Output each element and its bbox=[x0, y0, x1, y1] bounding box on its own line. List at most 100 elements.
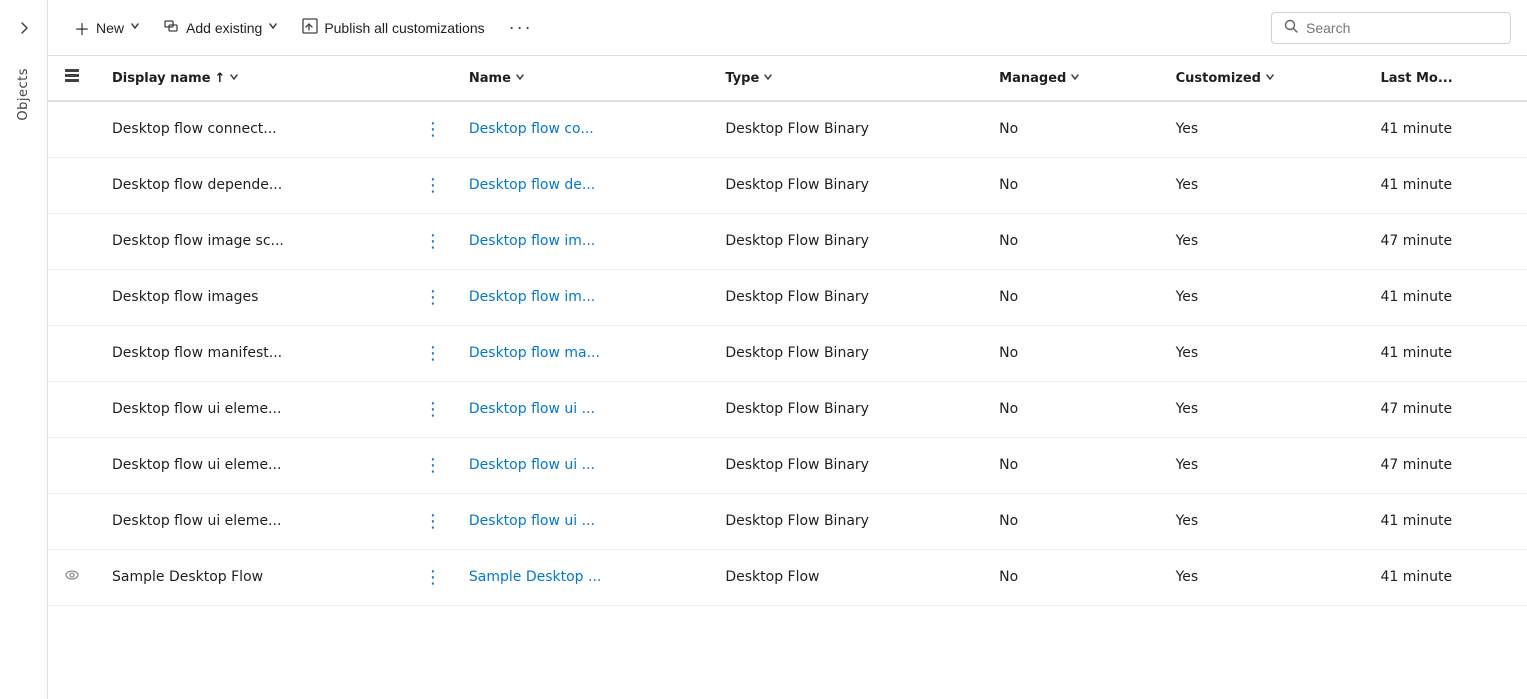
add-existing-label: Add existing bbox=[186, 20, 262, 36]
row-more-cell[interactable]: ⋮ bbox=[414, 101, 453, 157]
th-select[interactable] bbox=[48, 56, 96, 101]
row-last-modified: 47 minute bbox=[1364, 381, 1527, 437]
row-customized: Yes bbox=[1160, 437, 1365, 493]
row-type: Desktop Flow Binary bbox=[709, 213, 983, 269]
table-header-row: Display name ↑ Name bbox=[48, 56, 1527, 101]
th-display-name-sort-up: ↑ bbox=[215, 71, 226, 86]
table-row: Desktop flow ui eleme... ⋮ Desktop flow … bbox=[48, 437, 1527, 493]
row-customized: Yes bbox=[1160, 493, 1365, 549]
new-button[interactable]: ＋ New bbox=[64, 10, 150, 46]
row-more-cell[interactable]: ⋮ bbox=[414, 325, 453, 381]
th-type[interactable]: Type bbox=[709, 56, 983, 101]
row-display-name[interactable]: Desktop flow ui eleme... bbox=[96, 437, 414, 493]
add-existing-button[interactable]: Add existing bbox=[154, 12, 288, 43]
row-more-cell[interactable]: ⋮ bbox=[414, 269, 453, 325]
row-last-modified: 41 minute bbox=[1364, 325, 1527, 381]
row-icon-cell bbox=[48, 325, 96, 381]
row-name: Desktop flow co... bbox=[453, 101, 709, 157]
row-display-name[interactable]: Sample Desktop Flow bbox=[96, 549, 414, 605]
eye-icon bbox=[64, 569, 80, 587]
th-display-name-label: Display name bbox=[112, 71, 211, 86]
row-type: Desktop Flow Binary bbox=[709, 325, 983, 381]
sidebar-toggle: Objects bbox=[0, 0, 48, 699]
row-type: Desktop Flow Binary bbox=[709, 269, 983, 325]
row-more-cell[interactable]: ⋮ bbox=[414, 549, 453, 605]
row-more-cell[interactable]: ⋮ bbox=[414, 213, 453, 269]
row-more-button[interactable]: ⋮ bbox=[420, 395, 447, 424]
th-last-modified[interactable]: Last Mo... bbox=[1364, 56, 1527, 101]
row-more-button[interactable]: ⋮ bbox=[420, 171, 447, 200]
row-name: Desktop flow im... bbox=[453, 213, 709, 269]
th-display-name-sort-down bbox=[229, 71, 239, 86]
row-last-modified: 47 minute bbox=[1364, 437, 1527, 493]
table-row: Sample Desktop Flow ⋮ Sample Desktop ...… bbox=[48, 549, 1527, 605]
th-customized-chevron bbox=[1265, 71, 1275, 86]
row-display-name[interactable]: Desktop flow manifest... bbox=[96, 325, 414, 381]
row-type: Desktop Flow Binary bbox=[709, 493, 983, 549]
row-managed: No bbox=[983, 101, 1159, 157]
th-type-chevron bbox=[763, 71, 773, 86]
table-row: Desktop flow images ⋮ Desktop flow im...… bbox=[48, 269, 1527, 325]
row-customized: Yes bbox=[1160, 325, 1365, 381]
row-more-button[interactable]: ⋮ bbox=[420, 115, 447, 144]
publish-icon bbox=[302, 18, 318, 37]
main-content: ＋ New Add existing bbox=[48, 0, 1527, 699]
row-display-name[interactable]: Desktop flow depende... bbox=[96, 157, 414, 213]
th-name[interactable]: Name bbox=[453, 56, 709, 101]
row-type: Desktop Flow Binary bbox=[709, 437, 983, 493]
row-managed: No bbox=[983, 269, 1159, 325]
new-button-label: New bbox=[96, 20, 124, 36]
new-chevron-icon bbox=[130, 21, 140, 34]
publish-label: Publish all customizations bbox=[324, 20, 484, 36]
row-last-modified: 41 minute bbox=[1364, 549, 1527, 605]
table-row: Desktop flow image sc... ⋮ Desktop flow … bbox=[48, 213, 1527, 269]
row-more-button[interactable]: ⋮ bbox=[420, 451, 447, 480]
row-name: Sample Desktop ... bbox=[453, 549, 709, 605]
row-managed: No bbox=[983, 213, 1159, 269]
row-customized: Yes bbox=[1160, 101, 1365, 157]
th-customized[interactable]: Customized bbox=[1160, 56, 1365, 101]
row-more-button[interactable]: ⋮ bbox=[420, 339, 447, 368]
plus-icon: ＋ bbox=[74, 16, 90, 40]
row-more-button[interactable]: ⋮ bbox=[420, 507, 447, 536]
table-row: Desktop flow depende... ⋮ Desktop flow d… bbox=[48, 157, 1527, 213]
th-name-chevron bbox=[515, 71, 525, 86]
add-existing-chevron-icon bbox=[268, 21, 278, 34]
row-more-button[interactable]: ⋮ bbox=[420, 227, 447, 256]
row-managed: No bbox=[983, 493, 1159, 549]
sidebar-label: Objects bbox=[16, 68, 31, 121]
row-customized: Yes bbox=[1160, 269, 1365, 325]
th-managed-chevron bbox=[1070, 71, 1080, 86]
sidebar-expand-button[interactable] bbox=[8, 12, 40, 44]
row-customized: Yes bbox=[1160, 213, 1365, 269]
row-icon-cell bbox=[48, 381, 96, 437]
th-display-name[interactable]: Display name ↑ bbox=[96, 56, 414, 101]
row-display-name[interactable]: Desktop flow ui eleme... bbox=[96, 381, 414, 437]
row-managed: No bbox=[983, 381, 1159, 437]
row-last-modified: 41 minute bbox=[1364, 269, 1527, 325]
row-display-name[interactable]: Desktop flow image sc... bbox=[96, 213, 414, 269]
row-icon-cell bbox=[48, 213, 96, 269]
row-more-button[interactable]: ⋮ bbox=[420, 563, 447, 592]
row-more-cell[interactable]: ⋮ bbox=[414, 157, 453, 213]
more-options-button[interactable]: ··· bbox=[499, 11, 543, 44]
row-managed: No bbox=[983, 437, 1159, 493]
add-existing-icon bbox=[164, 18, 180, 37]
row-customized: Yes bbox=[1160, 549, 1365, 605]
search-input[interactable] bbox=[1306, 20, 1498, 36]
row-more-cell[interactable]: ⋮ bbox=[414, 493, 453, 549]
row-more-cell[interactable]: ⋮ bbox=[414, 437, 453, 493]
row-icon-cell bbox=[48, 437, 96, 493]
th-managed[interactable]: Managed bbox=[983, 56, 1159, 101]
publish-button[interactable]: Publish all customizations bbox=[292, 12, 494, 43]
row-display-name[interactable]: Desktop flow ui eleme... bbox=[96, 493, 414, 549]
more-dots-icon: ··· bbox=[509, 17, 533, 38]
search-box[interactable] bbox=[1271, 12, 1511, 44]
row-last-modified: 41 minute bbox=[1364, 157, 1527, 213]
row-more-cell[interactable]: ⋮ bbox=[414, 381, 453, 437]
table-body: Desktop flow connect... ⋮ Desktop flow c… bbox=[48, 101, 1527, 605]
row-more-button[interactable]: ⋮ bbox=[420, 283, 447, 312]
row-customized: Yes bbox=[1160, 381, 1365, 437]
row-display-name[interactable]: Desktop flow images bbox=[96, 269, 414, 325]
row-display-name[interactable]: Desktop flow connect... bbox=[96, 101, 414, 157]
